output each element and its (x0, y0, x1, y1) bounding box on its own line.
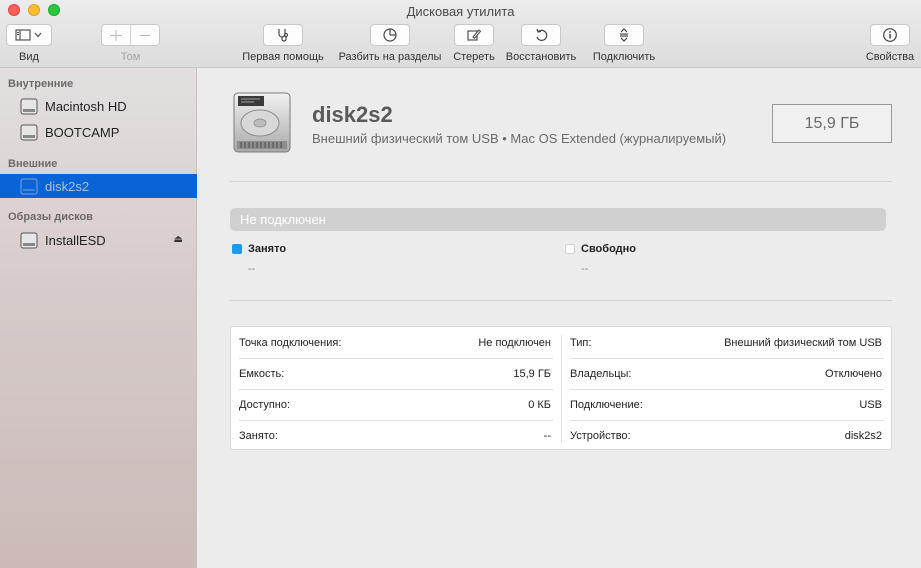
erase-button[interactable] (454, 24, 494, 46)
info-row-device: Устройство: disk2s2 (570, 420, 882, 451)
view-button[interactable] (6, 24, 52, 46)
used-legend-value: -- (248, 263, 256, 275)
add-volume-button[interactable]: ＋ (102, 25, 130, 46)
info-row-connection: Подключение: USB (570, 389, 882, 420)
info-row-used: Занято: -- (239, 420, 551, 451)
used-legend-label: Занято (248, 243, 287, 255)
sidebar-section-internal: Внутренние (8, 78, 74, 90)
info-row-mount-point: Точка подключения: Не подключен (239, 327, 551, 358)
info-value: Не подключен (478, 336, 551, 349)
erase-label: Стереть (453, 51, 495, 63)
sidebar-toggle-icon (15, 29, 42, 41)
restore-arrow-icon (536, 28, 548, 41)
info-column-right: Тип: Внешний физический том USB Владельц… (562, 327, 892, 451)
info-value: -- (543, 429, 551, 442)
sidebar-item-label: disk2s2 (45, 178, 90, 194)
info-key: Тип: (570, 336, 592, 349)
mount-label: Подключить (592, 51, 656, 63)
info-button[interactable] (870, 24, 910, 46)
info-key: Доступно: (239, 398, 291, 411)
used-legend-dot (232, 244, 242, 254)
window-title: Дисковая утилита (406, 4, 515, 19)
sidebar-item-bootcamp[interactable]: BOOTCAMP (0, 120, 197, 144)
sidebar: Внутренние Macintosh HD BOOTCAMP Внешние… (0, 68, 197, 568)
free-legend-value: -- (581, 263, 589, 275)
info-key: Владельцы: (570, 367, 632, 380)
info-value: 15,9 ГБ (513, 367, 551, 380)
stethoscope-icon (278, 29, 289, 42)
volume-label: Том (120, 51, 141, 63)
volume-size-box: 15,9 ГБ (772, 104, 892, 143)
mount-icon (620, 28, 628, 42)
main-pane: disk2s2 Внешний физический том USB • Mac… (198, 68, 921, 568)
sidebar-item-label: Macintosh HD (45, 98, 127, 114)
info-key: Устройство: (570, 429, 631, 442)
erase-pencil-icon (467, 29, 482, 41)
sidebar-item-disk2s2[interactable]: disk2s2 (0, 174, 197, 198)
info-label: Свойства (865, 51, 915, 63)
partition-label: Разбить на разделы (338, 51, 442, 63)
sidebar-item-macintosh-hd[interactable]: Macintosh HD (0, 94, 197, 118)
first-aid-label: Первая помощь (242, 51, 324, 63)
internal-disk-icon (20, 98, 38, 115)
divider (230, 300, 892, 301)
hard-drive-icon (233, 92, 291, 153)
sidebar-item-label: InstallESD (45, 232, 106, 248)
info-column-left: Точка подключения: Не подключен Емкость:… (231, 327, 561, 451)
info-table: Точка подключения: Не подключен Емкость:… (230, 326, 892, 450)
pie-partition-icon (383, 28, 397, 42)
sidebar-item-label: BOOTCAMP (45, 124, 120, 140)
info-value: disk2s2 (844, 429, 882, 442)
volume-name: disk2s2 (312, 102, 393, 127)
restore-button[interactable] (521, 24, 561, 46)
sidebar-item-installesd[interactable]: InstallESD ⏏ (0, 228, 197, 252)
eject-icon[interactable]: ⏏ (174, 234, 183, 245)
sidebar-section-images: Образы дисков (8, 211, 93, 223)
internal-disk-icon (20, 124, 38, 141)
external-disk-icon (20, 178, 38, 195)
info-row-owners: Владельцы: Отключено (570, 358, 882, 389)
volume-description: Внешний физический том USB • Mac OS Exte… (312, 131, 727, 146)
info-value: USB (859, 398, 882, 411)
partition-button[interactable] (370, 24, 410, 46)
view-label: Вид (19, 51, 39, 63)
volume-segmented-control: ＋ － (101, 24, 160, 46)
info-value: 0 КБ (528, 398, 551, 411)
sidebar-section-external: Внешние (8, 158, 58, 170)
divider (230, 181, 892, 182)
info-key: Точка подключения: (239, 336, 342, 349)
restore-label: Восстановить (505, 51, 577, 63)
info-row-capacity: Емкость: 15,9 ГБ (239, 358, 551, 389)
info-key: Подключение: (570, 398, 643, 411)
free-legend-dot (565, 244, 575, 254)
info-row-available: Доступно: 0 КБ (239, 389, 551, 420)
info-value: Внешний физический том USB (724, 336, 882, 349)
info-key: Емкость: (239, 367, 285, 380)
toolbar: Дисковая утилита Вид ＋ － Том Первая помо… (0, 0, 921, 68)
free-legend-label: Свободно (581, 243, 636, 255)
info-row-type: Тип: Внешний физический том USB (570, 327, 882, 358)
mount-button[interactable] (604, 24, 644, 46)
remove-volume-button[interactable]: － (131, 25, 159, 46)
disk-image-icon (20, 232, 38, 249)
info-key: Занято: (239, 429, 278, 442)
info-value: Отключено (825, 367, 882, 380)
usage-status-bar: Не подключен (230, 208, 886, 231)
first-aid-button[interactable] (263, 24, 303, 46)
info-icon (883, 28, 897, 42)
